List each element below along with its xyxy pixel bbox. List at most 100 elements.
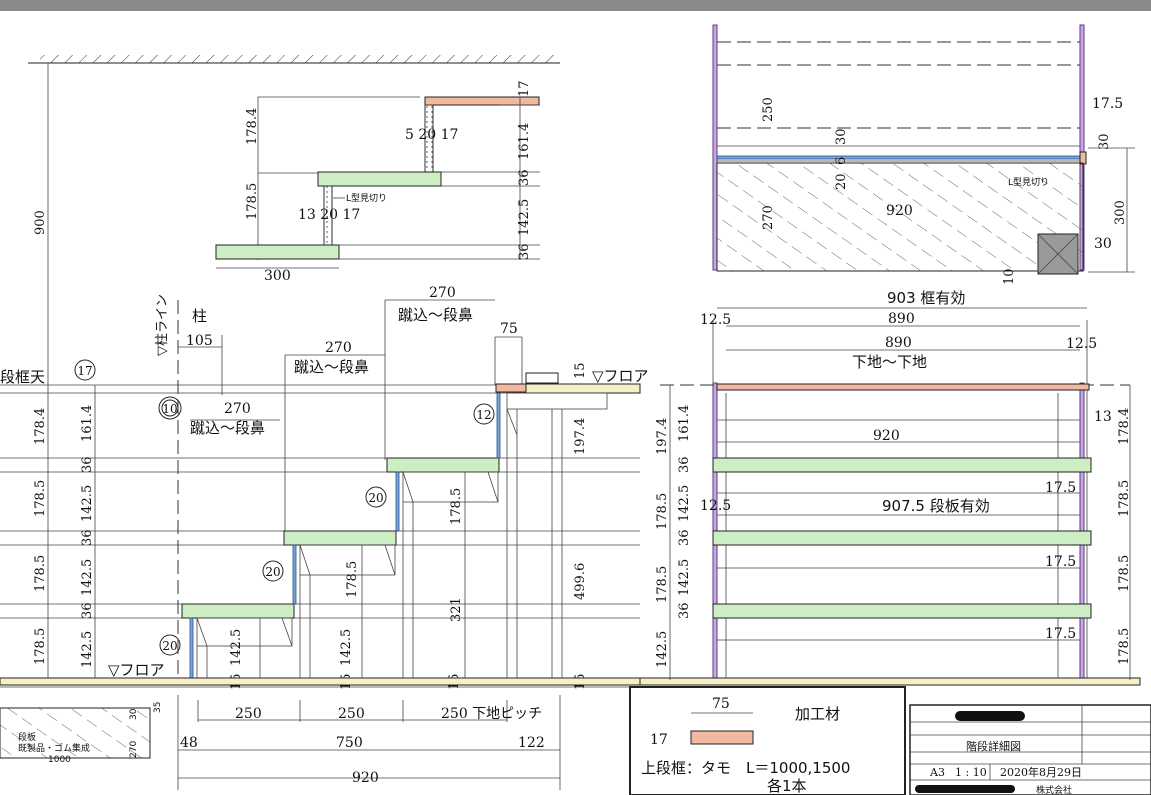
- run-270-c: 270: [429, 285, 456, 301]
- mini-line2: 既製品・ゴム集成: [18, 742, 90, 754]
- legend-qty: 各1本: [767, 777, 807, 795]
- sec-dim-178-4: 178.4: [33, 408, 48, 445]
- section-tread-2: [283, 530, 397, 546]
- sec-dim-36c: 36: [80, 602, 95, 619]
- mini-line1: 段板: [18, 731, 36, 743]
- legend-swatch: [690, 730, 754, 745]
- detail-middle-tread: [317, 171, 442, 187]
- sec-dim-161-4: 161.4: [80, 405, 95, 442]
- circle-20-a: 20: [368, 491, 383, 505]
- riser-plate-1: [189, 617, 194, 681]
- mini-len: 1000: [48, 755, 71, 765]
- run-270-b: 270: [325, 340, 352, 356]
- plan-920: 920: [886, 203, 913, 219]
- inner-178-5-a: 178.5: [449, 488, 464, 525]
- enlarged-step-detail: 178.4 178.5 5 20 17 L型見切り 13 20 17 300 1…: [215, 80, 540, 284]
- floor-edge-block: [525, 372, 559, 384]
- post-line-label: ▽柱ライン: [155, 294, 170, 356]
- fl-36b: 36: [677, 529, 692, 546]
- detail-bottom-tread: [215, 244, 340, 260]
- fl-142-5b: 142.5: [677, 559, 692, 596]
- bottom-750: 750: [336, 735, 363, 751]
- plan-270: 270: [761, 205, 776, 230]
- bottom-48: 48: [180, 735, 198, 751]
- circle-10: 10: [162, 402, 177, 416]
- fl-36c: 36: [677, 602, 692, 619]
- front-top-frame: [716, 383, 1090, 391]
- scale: 1 : 10: [955, 766, 987, 779]
- w12-5-c: 12.5: [700, 498, 731, 514]
- riser-plate-3: [395, 471, 400, 532]
- d13: 13: [1094, 409, 1112, 425]
- post-label: 柱: [192, 307, 207, 325]
- landing-section-top-right: 250 30 6 20 17.5 30 L型見切り 920 270 300 30…: [712, 24, 1135, 285]
- plan-30a: 30: [834, 128, 849, 145]
- fr-178-5c: 178.5: [1117, 628, 1132, 665]
- front-tread-1: [712, 603, 1092, 619]
- sec-dim-36a: 36: [80, 456, 95, 473]
- ceiling: [28, 55, 560, 64]
- plan-17-5: 17.5: [1092, 96, 1123, 112]
- frame-width-75: 75: [500, 321, 518, 337]
- detail-dim-142-5: 142.5: [517, 199, 532, 236]
- inner-142-5-b: 142.5: [339, 629, 354, 666]
- sec-dim-178-5a: 178.5: [33, 480, 48, 517]
- sub-to-sub: 下地～下地: [852, 353, 927, 371]
- w890-b: 890: [885, 335, 912, 351]
- run-label-c: 蹴込～段鼻: [398, 306, 473, 324]
- detail-gap-top: 5 20 17: [405, 127, 458, 143]
- fl-36a: 36: [677, 456, 692, 473]
- detail-dim-36b: 36: [517, 243, 532, 260]
- lower-floor: [0, 677, 641, 686]
- fr-178-5b: 178.5: [1117, 555, 1132, 592]
- upper-floor-label: ▽フロア: [592, 367, 649, 385]
- bottom-250-b: 250: [338, 706, 365, 722]
- sec-dim-142-5c: 142.5: [80, 631, 95, 668]
- circle-20-c: 20: [162, 639, 177, 653]
- front-tread-3: [712, 457, 1092, 473]
- legend-75: 75: [712, 696, 730, 712]
- dim-900: 900: [33, 210, 48, 235]
- fl-161-4: 161.4: [677, 405, 692, 442]
- tread-effective: 907.5 段板有効: [882, 497, 990, 515]
- lower-floor-label: ▽フロア: [108, 661, 165, 679]
- fr-178-4: 178.4: [1117, 408, 1132, 445]
- fl-178-5a: 178.5: [655, 493, 670, 530]
- mini-270: 270: [129, 741, 139, 758]
- riser-plate-2: [292, 544, 297, 605]
- riser-plate-4: [496, 392, 501, 459]
- sec-dim-178-5c: 178.5: [33, 628, 48, 665]
- detail-width-300: 300: [264, 268, 291, 284]
- circle-12: 12: [476, 408, 491, 422]
- drawing-date: 2020年8月29日: [1000, 765, 1082, 779]
- plan-lmi: L型見切り: [1008, 177, 1049, 188]
- title-block: 階段詳細図 A3 1 : 10 2020年8月29日 株式会社: [909, 704, 1151, 795]
- tall-197-4: 197.4: [573, 418, 588, 455]
- drawing-name: 階段詳細図: [966, 739, 1021, 753]
- circle-20-b: 20: [265, 565, 280, 579]
- plan-6: 6: [834, 157, 849, 165]
- inner-142-5-a: 142.5: [229, 629, 244, 666]
- mini-tread-section: 段板 既製品・ゴム集成 1000 30 35 270: [0, 702, 163, 765]
- d17-5-a: 17.5: [1045, 480, 1076, 496]
- w890-a: 890: [888, 311, 915, 327]
- plan-10: 10: [1002, 268, 1017, 285]
- fr-178-5a: 178.5: [1117, 480, 1132, 517]
- frame-effective: 903 框有効: [887, 289, 965, 307]
- top-frame-section: [495, 383, 527, 393]
- front-920: 920: [873, 428, 900, 444]
- detail-dim-161-4: 161.4: [517, 123, 532, 160]
- plan-300: 300: [1113, 200, 1128, 225]
- detail-gap-mid: 13 20 17: [298, 207, 360, 223]
- circle-17: 17: [77, 364, 92, 378]
- run-label-a: 蹴込～段鼻: [190, 419, 265, 437]
- legend-17: 17: [650, 732, 668, 748]
- floor-15-upper: 15: [573, 362, 588, 379]
- post-offset-105: 105: [186, 333, 213, 349]
- fl-178-5b: 178.5: [655, 566, 670, 603]
- bottom-920: 920: [352, 770, 379, 786]
- sec-dim-142-5b: 142.5: [80, 559, 95, 596]
- plan-250: 250: [761, 97, 776, 122]
- stair-detail-drawing: 900 178.4 178.5 5 20 17 L型見切り 13 20 17 3…: [0, 24, 1151, 795]
- fl-142-5a: 142.5: [677, 485, 692, 522]
